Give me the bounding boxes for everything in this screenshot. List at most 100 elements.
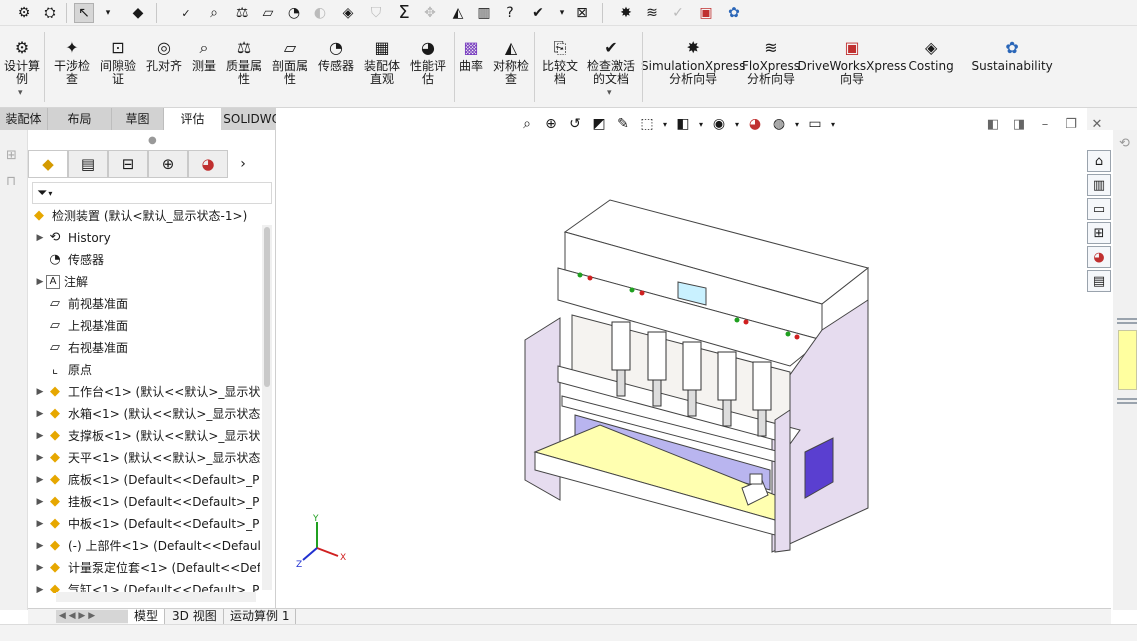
options-icon[interactable]: ⚙ <box>14 3 34 23</box>
tree-node[interactable]: ▱ 上视基准面 <box>34 315 128 337</box>
tree-node[interactable]: ▶ ◆ 水箱<1> (默认<<默认>_显示状态 <box>34 403 260 425</box>
simulation-small-icon[interactable]: ✸ <box>616 3 636 23</box>
ribbon-button-section-properties[interactable]: ▱ 剖面属 性 <box>272 36 308 86</box>
section-view-icon[interactable]: ◩ <box>587 114 611 134</box>
design-library-icon[interactable]: ▥ <box>1087 174 1111 196</box>
custom-properties-icon[interactable]: ▤ <box>1087 270 1111 292</box>
tree-node[interactable]: ◔ 传感器 <box>34 249 104 271</box>
tree-node[interactable]: ▱ 右视基准面 <box>34 337 128 359</box>
tile-right-icon[interactable]: ◨ <box>1006 114 1032 134</box>
bottom-nav-arrows-icon[interactable]: ◀ ◀ ▶ ▶ <box>56 610 128 623</box>
ribbon-button-mass-properties[interactable]: ⚖ 质量属 性 <box>226 36 262 86</box>
zoom-to-area-icon[interactable]: ⊕ <box>539 114 563 134</box>
ribbon-button-simulationxpress[interactable]: ✸ SimulationXpress 分析向导 <box>641 36 745 86</box>
tree-horizontal-scrollbar[interactable] <box>56 592 256 602</box>
appearances-icon[interactable]: ◕ <box>1087 246 1111 268</box>
ribbon-button-floxpress[interactable]: ≋ FloXpress 分析向导 <box>742 36 800 86</box>
select-arrow-icon[interactable]: ↖ <box>74 3 94 23</box>
ribbon-button-clearance-verification[interactable]: ⊡ 间隙验 证 <box>100 36 136 86</box>
view-settings-icon[interactable]: ▭ <box>803 114 827 134</box>
expand-arrow-icon[interactable]: ▶ <box>34 381 46 403</box>
task-pane-flyout[interactable] <box>1118 330 1137 390</box>
section-small-icon[interactable]: ▱ <box>258 3 278 23</box>
ribbon-button-sustainability[interactable]: ✿ Sustainability <box>972 36 1053 73</box>
expand-arrow-icon[interactable]: ▶ <box>34 403 46 425</box>
filter-dropdown-icon[interactable]: ▾ <box>48 189 52 198</box>
previous-view-icon[interactable]: ↺ <box>563 114 587 134</box>
collapsed-sketch-icon[interactable]: ⊓ <box>6 174 16 189</box>
configuration-manager-tab-icon[interactable]: ⊟ <box>108 150 148 178</box>
apply-scene-icon[interactable]: ◍ <box>767 114 791 134</box>
tree-node[interactable]: ▶ ◆ 计量泵定位套<1> (Default<<Def <box>34 557 260 579</box>
tree-node[interactable]: ▶ ⟲ History <box>34 227 111 249</box>
bottom-tab-3d-view[interactable]: 3D 视图 <box>166 609 224 624</box>
tree-node[interactable]: ▶ ◆ 挂板<1> (Default<<Default>_Ph <box>34 491 260 513</box>
view-palette-icon[interactable]: ⊞ <box>1087 222 1111 244</box>
expand-arrow-icon[interactable]: ▶ <box>34 513 46 535</box>
ribbon-button-design-study[interactable]: ⚙ 设计算 例 <box>4 36 40 86</box>
symmetry-small-icon[interactable]: ◭ <box>448 3 468 23</box>
dropdown-caret-icon[interactable]: ▾ <box>827 114 839 134</box>
tab-2[interactable]: 草图 <box>112 108 164 130</box>
ribbon-button-interference-detection[interactable]: ✦ 干涉检 查 <box>54 36 90 86</box>
tree-scroll-thumb[interactable] <box>264 227 270 387</box>
ribbon-button-measure[interactable]: ⌕ 测量 <box>192 36 216 73</box>
chevron-right-icon[interactable]: › <box>228 150 258 178</box>
ribbon-button-compare-documents[interactable]: ⎘ 比较文 档 <box>542 36 578 86</box>
ribbon-button-hole-alignment[interactable]: ◎ 孔对齐 <box>146 36 182 73</box>
edit-appearance-icon[interactable]: ◕ <box>743 114 767 134</box>
filter-icon[interactable]: ⏷ <box>37 186 47 201</box>
expand-arrow-icon[interactable]: ▶ <box>34 469 46 491</box>
mass-small-icon[interactable]: ⚖ <box>232 3 252 23</box>
tab-1[interactable]: 布局 <box>48 108 112 130</box>
restore-icon[interactable]: ❐ <box>1058 114 1084 134</box>
expand-arrow-icon[interactable]: ▶ <box>34 447 46 469</box>
tree-node[interactable]: ▶ A 注解 <box>34 271 88 293</box>
dropdown-caret-icon[interactable]: ▾ <box>791 114 803 134</box>
bottom-tab-model[interactable]: 模型 <box>128 609 166 624</box>
expand-arrow-icon[interactable]: ▶ <box>34 557 46 579</box>
display-manager-tab-icon[interactable]: ◕ <box>188 150 228 178</box>
bottom-tab-motion-study[interactable]: 运动算例 1 <box>224 609 297 624</box>
tree-root-assembly[interactable]: ◆ 检测装置 (默认<默认_显示状态-1>) <box>30 205 247 227</box>
panel-grip-icon[interactable]: ● <box>148 135 157 146</box>
expand-arrow-icon[interactable]: ▶ <box>34 425 46 447</box>
ribbon-button-driveworksxpress[interactable]: ▣ DriveWorksXpress 向导 <box>798 36 907 86</box>
dropdown-caret-icon[interactable]: ▾ <box>659 114 671 134</box>
tab-3[interactable]: 评估 <box>164 108 221 130</box>
dropdown-caret-icon[interactable]: ▾ <box>695 114 707 134</box>
hide-show-icon[interactable]: ◉ <box>707 114 731 134</box>
tree-node[interactable]: ▶ ◆ 天平<1> (默认<<默认>_显示状态 <box>34 447 260 469</box>
expand-arrow-icon[interactable]: ▶ <box>34 491 46 513</box>
ribbon-button-performance-evaluation[interactable]: ◕ 性能评 估 <box>410 36 446 86</box>
ribbon-button-sensor[interactable]: ◔ 传感器 <box>318 36 354 73</box>
sum-icon[interactable]: Σ <box>394 3 414 23</box>
spell-check-icon[interactable]: ✓ <box>176 3 196 23</box>
tab-0[interactable]: 装配体 <box>0 108 48 130</box>
ribbon-button-curvature[interactable]: ▩ 曲率 <box>459 36 483 73</box>
expand-arrow-icon[interactable]: ▶ <box>34 579 46 593</box>
dropdown-caret-icon[interactable]: ▾ <box>731 114 743 134</box>
minimize-icon[interactable]: – <box>1032 114 1058 134</box>
ribbon-button-costing[interactable]: ◈ Costing <box>909 36 954 73</box>
appearance-icon[interactable]: ◆ <box>128 3 148 23</box>
design-study-dropdown-icon[interactable]: ▾ <box>18 88 23 98</box>
graphics-area[interactable]: Y X Z <box>276 108 1087 608</box>
check-document-dropdown-icon[interactable]: ▾ <box>607 88 612 98</box>
thickness-small-icon[interactable]: ▥ <box>474 3 494 23</box>
file-explorer-icon[interactable]: ▭ <box>1087 198 1111 220</box>
dropdown-caret-icon[interactable]: ▾ <box>552 3 572 23</box>
view-orientation-icon[interactable]: ⬚ <box>635 114 659 134</box>
collapsed-tool-icon[interactable]: ⊞ <box>6 148 17 163</box>
tree-node[interactable]: ▶ ◆ 气缸<1> (Default<<Default>_Ph <box>34 579 260 593</box>
tree-node[interactable]: ▶ ◆ 中板<1> (Default<<Default>_Ph <box>34 513 260 535</box>
display-style-icon[interactable]: ◧ <box>671 114 695 134</box>
tree-node[interactable]: ▶ ◆ (-) 上部件<1> (Default<<Defaul <box>34 535 260 557</box>
tree-node[interactable]: ⌞ 原点 <box>34 359 92 381</box>
check-small-icon[interactable]: ◈ <box>338 3 358 23</box>
zoom-to-fit-icon[interactable]: ⌕ <box>515 114 539 134</box>
expand-arrow-icon[interactable]: ▶ <box>34 227 46 249</box>
tree-filter[interactable]: ⏷ ▾ <box>32 182 272 204</box>
ribbon-button-assembly-visualization[interactable]: ▦ 装配体 直观 <box>364 36 400 86</box>
ribbon-button-symmetry-check[interactable]: ◭ 对称检 查 <box>493 36 529 86</box>
